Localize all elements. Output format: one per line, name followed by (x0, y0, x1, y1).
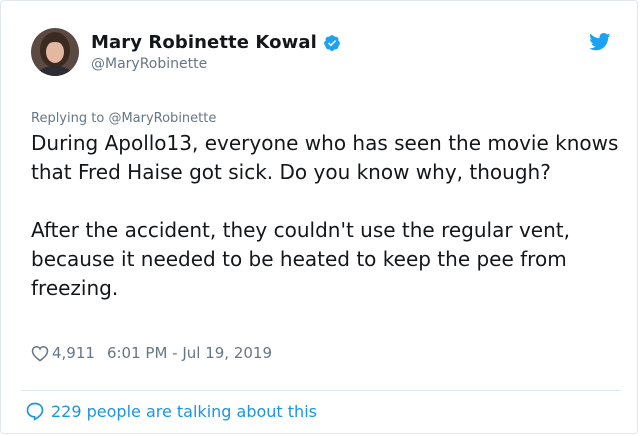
tweet-paragraph: During Apollo13, everyone who has seen t… (31, 131, 619, 184)
divider (21, 390, 621, 391)
author-name-row: Mary Robinette Kowal (91, 32, 341, 53)
like-count[interactable]: 4,911 (52, 344, 95, 362)
author-handle[interactable]: @MaryRobinette (91, 56, 207, 72)
speech-bubble-icon (25, 401, 45, 421)
heart-icon[interactable] (31, 345, 49, 362)
tweet-meta: 4,911 6:01 PM - Jul 19, 2019 (31, 344, 272, 362)
tweet-timestamp[interactable]: 6:01 PM - Jul 19, 2019 (107, 344, 272, 362)
replying-to-label: Replying to (31, 111, 105, 126)
reply-mention-link[interactable]: @MaryRobinette (108, 111, 216, 126)
replying-to-line: Replying to @MaryRobinette (31, 111, 216, 126)
tweet-paragraph: After the accident, they couldn't use th… (31, 218, 570, 300)
twitter-bird-icon[interactable] (589, 33, 611, 51)
avatar[interactable] (31, 28, 79, 76)
tweet-card: Mary Robinette Kowal @MaryRobinette Repl… (0, 0, 638, 434)
talking-about-link[interactable]: 229 people are talking about this (25, 401, 317, 421)
tweet-text: During Apollo13, everyone who has seen t… (31, 129, 621, 303)
talking-about-label[interactable]: 229 people are talking about this (51, 402, 317, 421)
verified-badge-icon (323, 34, 341, 52)
author-name[interactable]: Mary Robinette Kowal (91, 32, 317, 53)
